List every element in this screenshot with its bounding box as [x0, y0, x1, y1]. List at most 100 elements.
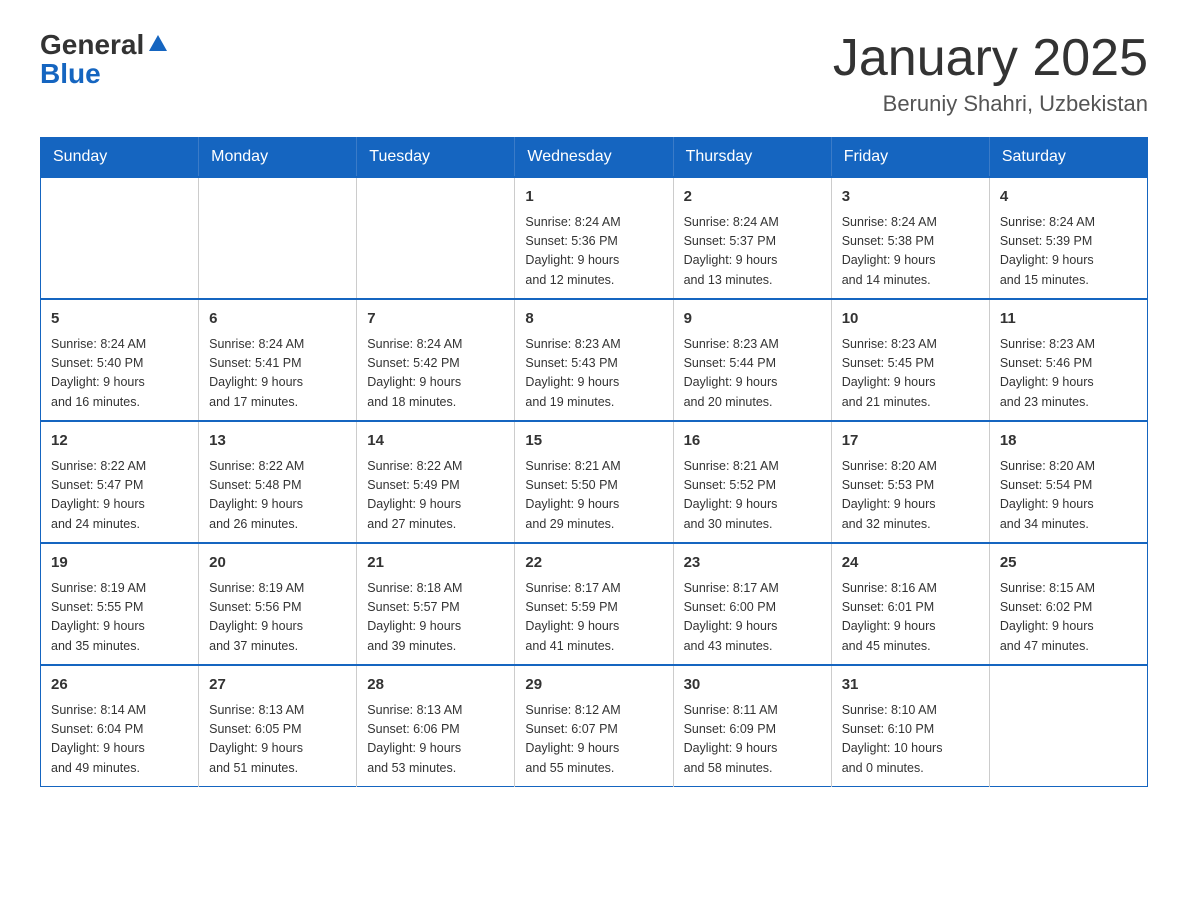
- day-number: 31: [842, 674, 979, 697]
- day-cell: 10 Sunrise: 8:23 AM Sunset: 5:45 PM Dayli…: [831, 299, 989, 421]
- day-cell: [357, 177, 515, 299]
- day-cell: 23 Sunrise: 8:17 AM Sunset: 6:00 PM Dayli…: [673, 543, 831, 665]
- day-info: Sunrise: 8:19 AM Sunset: 5:56 PM Dayligh…: [209, 579, 346, 657]
- day-number: 6: [209, 308, 346, 331]
- day-number: 18: [1000, 430, 1137, 453]
- header-tuesday: Tuesday: [357, 138, 515, 178]
- day-info: Sunrise: 8:24 AM Sunset: 5:41 PM Dayligh…: [209, 335, 346, 413]
- header-wednesday: Wednesday: [515, 138, 673, 178]
- day-cell: 19 Sunrise: 8:19 AM Sunset: 5:55 PM Dayli…: [41, 543, 199, 665]
- day-cell: 27Sunrise: 8:13 AM Sunset: 6:05 PM Dayli…: [199, 665, 357, 787]
- calendar-table: SundayMondayTuesdayWednesdayThursdayFrid…: [40, 137, 1148, 787]
- day-info: Sunrise: 8:23 AM Sunset: 5:45 PM Dayligh…: [842, 335, 979, 413]
- day-cell: 30Sunrise: 8:11 AM Sunset: 6:09 PM Dayli…: [673, 665, 831, 787]
- day-info: Sunrise: 8:17 AM Sunset: 6:00 PM Dayligh…: [684, 579, 821, 657]
- day-cell: 5 Sunrise: 8:24 AM Sunset: 5:40 PM Daylig…: [41, 299, 199, 421]
- day-info: Sunrise: 8:22 AM Sunset: 5:47 PM Dayligh…: [51, 457, 188, 535]
- day-number: 8: [525, 308, 662, 331]
- day-info: Sunrise: 8:15 AM Sunset: 6:02 PM Dayligh…: [1000, 579, 1137, 657]
- day-number: 16: [684, 430, 821, 453]
- week-row-5: 26 Sunrise: 8:14 AM Sunset: 6:04 PM Dayli…: [41, 665, 1148, 787]
- header-thursday: Thursday: [673, 138, 831, 178]
- logo-blue: Blue: [40, 59, 169, 90]
- day-number: 10: [842, 308, 979, 331]
- day-cell: 26 Sunrise: 8:14 AM Sunset: 6:04 PM Dayli…: [41, 665, 199, 787]
- day-cell: 24 Sunrise: 8:16 AM Sunset: 6:01 PM Dayli…: [831, 543, 989, 665]
- week-row-3: 12 Sunrise: 8:22 AM Sunset: 5:47 PM Dayli…: [41, 421, 1148, 543]
- day-cell: 4Sunrise: 8:24 AM Sunset: 5:39 PM Daylig…: [989, 177, 1147, 299]
- day-number: 15: [525, 430, 662, 453]
- header-monday: Monday: [199, 138, 357, 178]
- day-cell: 21 Sunrise: 8:18 AM Sunset: 5:57 PM Dayli…: [357, 543, 515, 665]
- day-number: 12: [51, 430, 188, 453]
- day-number: 2: [684, 186, 821, 209]
- logo: General Blue: [40, 30, 169, 90]
- day-number: 26: [51, 674, 188, 697]
- day-number: 30: [684, 674, 821, 697]
- day-info: Sunrise: 8:22 AM Sunset: 5:48 PM Dayligh…: [209, 457, 346, 535]
- day-number: 27: [209, 674, 346, 697]
- day-number: 1: [525, 186, 662, 209]
- day-number: 29: [525, 674, 662, 697]
- day-cell: 29 Sunrise: 8:12 AM Sunset: 6:07 PM Dayli…: [515, 665, 673, 787]
- day-number: 5: [51, 308, 188, 331]
- title-block: January 2025 Beruniy Shahri, Uzbekistan: [833, 30, 1148, 117]
- day-number: 13: [209, 430, 346, 453]
- day-cell: 9 Sunrise: 8:23 AM Sunset: 5:44 PM Daylig…: [673, 299, 831, 421]
- day-info: Sunrise: 8:14 AM Sunset: 6:04 PM Dayligh…: [51, 701, 188, 779]
- calendar-body: 1 Sunrise: 8:24 AM Sunset: 5:36 PM Daylig…: [41, 177, 1148, 787]
- day-cell: 28 Sunrise: 8:13 AM Sunset: 6:06 PM Dayli…: [357, 665, 515, 787]
- day-cell: 17 Sunrise: 8:20 AM Sunset: 5:53 PM Dayli…: [831, 421, 989, 543]
- day-cell: 8Sunrise: 8:23 AM Sunset: 5:43 PM Daylig…: [515, 299, 673, 421]
- day-info: Sunrise: 8:20 AM Sunset: 5:53 PM Dayligh…: [842, 457, 979, 535]
- day-info: Sunrise: 8:16 AM Sunset: 6:01 PM Dayligh…: [842, 579, 979, 657]
- header-row: SundayMondayTuesdayWednesdayThursdayFrid…: [41, 138, 1148, 178]
- day-info: Sunrise: 8:20 AM Sunset: 5:54 PM Dayligh…: [1000, 457, 1137, 535]
- day-cell: 2 Sunrise: 8:24 AM Sunset: 5:37 PM Daylig…: [673, 177, 831, 299]
- day-cell: 11Sunrise: 8:23 AM Sunset: 5:46 PM Dayli…: [989, 299, 1147, 421]
- day-number: 21: [367, 552, 504, 575]
- header-sunday: Sunday: [41, 138, 199, 178]
- day-number: 9: [684, 308, 821, 331]
- day-info: Sunrise: 8:24 AM Sunset: 5:36 PM Dayligh…: [525, 213, 662, 291]
- day-info: Sunrise: 8:19 AM Sunset: 5:55 PM Dayligh…: [51, 579, 188, 657]
- day-cell: 25 Sunrise: 8:15 AM Sunset: 6:02 PM Dayli…: [989, 543, 1147, 665]
- week-row-2: 5 Sunrise: 8:24 AM Sunset: 5:40 PM Daylig…: [41, 299, 1148, 421]
- day-cell: 15 Sunrise: 8:21 AM Sunset: 5:50 PM Dayli…: [515, 421, 673, 543]
- day-cell: 18 Sunrise: 8:20 AM Sunset: 5:54 PM Dayli…: [989, 421, 1147, 543]
- header-friday: Friday: [831, 138, 989, 178]
- day-info: Sunrise: 8:21 AM Sunset: 5:52 PM Dayligh…: [684, 457, 821, 535]
- day-cell: 22Sunrise: 8:17 AM Sunset: 5:59 PM Dayli…: [515, 543, 673, 665]
- day-info: Sunrise: 8:18 AM Sunset: 5:57 PM Dayligh…: [367, 579, 504, 657]
- day-number: 20: [209, 552, 346, 575]
- day-info: Sunrise: 8:12 AM Sunset: 6:07 PM Dayligh…: [525, 701, 662, 779]
- day-cell: [989, 665, 1147, 787]
- day-info: Sunrise: 8:23 AM Sunset: 5:44 PM Dayligh…: [684, 335, 821, 413]
- header-saturday: Saturday: [989, 138, 1147, 178]
- day-info: Sunrise: 8:21 AM Sunset: 5:50 PM Dayligh…: [525, 457, 662, 535]
- day-number: 17: [842, 430, 979, 453]
- day-cell: 3 Sunrise: 8:24 AM Sunset: 5:38 PM Daylig…: [831, 177, 989, 299]
- day-cell: 7Sunrise: 8:24 AM Sunset: 5:42 PM Daylig…: [357, 299, 515, 421]
- day-info: Sunrise: 8:24 AM Sunset: 5:37 PM Dayligh…: [684, 213, 821, 291]
- day-number: 25: [1000, 552, 1137, 575]
- day-number: 28: [367, 674, 504, 697]
- day-number: 24: [842, 552, 979, 575]
- day-cell: [199, 177, 357, 299]
- day-info: Sunrise: 8:17 AM Sunset: 5:59 PM Dayligh…: [525, 579, 662, 657]
- day-info: Sunrise: 8:13 AM Sunset: 6:06 PM Dayligh…: [367, 701, 504, 779]
- day-number: 23: [684, 552, 821, 575]
- day-number: 3: [842, 186, 979, 209]
- day-cell: [41, 177, 199, 299]
- day-number: 19: [51, 552, 188, 575]
- day-info: Sunrise: 8:24 AM Sunset: 5:38 PM Dayligh…: [842, 213, 979, 291]
- day-cell: 6 Sunrise: 8:24 AM Sunset: 5:41 PM Daylig…: [199, 299, 357, 421]
- day-cell: 16 Sunrise: 8:21 AM Sunset: 5:52 PM Dayli…: [673, 421, 831, 543]
- day-info: Sunrise: 8:24 AM Sunset: 5:40 PM Dayligh…: [51, 335, 188, 413]
- day-number: 14: [367, 430, 504, 453]
- day-cell: 13 Sunrise: 8:22 AM Sunset: 5:48 PM Dayli…: [199, 421, 357, 543]
- page-subtitle: Beruniy Shahri, Uzbekistan: [833, 91, 1148, 117]
- day-number: 4: [1000, 186, 1137, 209]
- day-info: Sunrise: 8:22 AM Sunset: 5:49 PM Dayligh…: [367, 457, 504, 535]
- page-header: General Blue January 2025 Beruniy Shahri…: [40, 30, 1148, 117]
